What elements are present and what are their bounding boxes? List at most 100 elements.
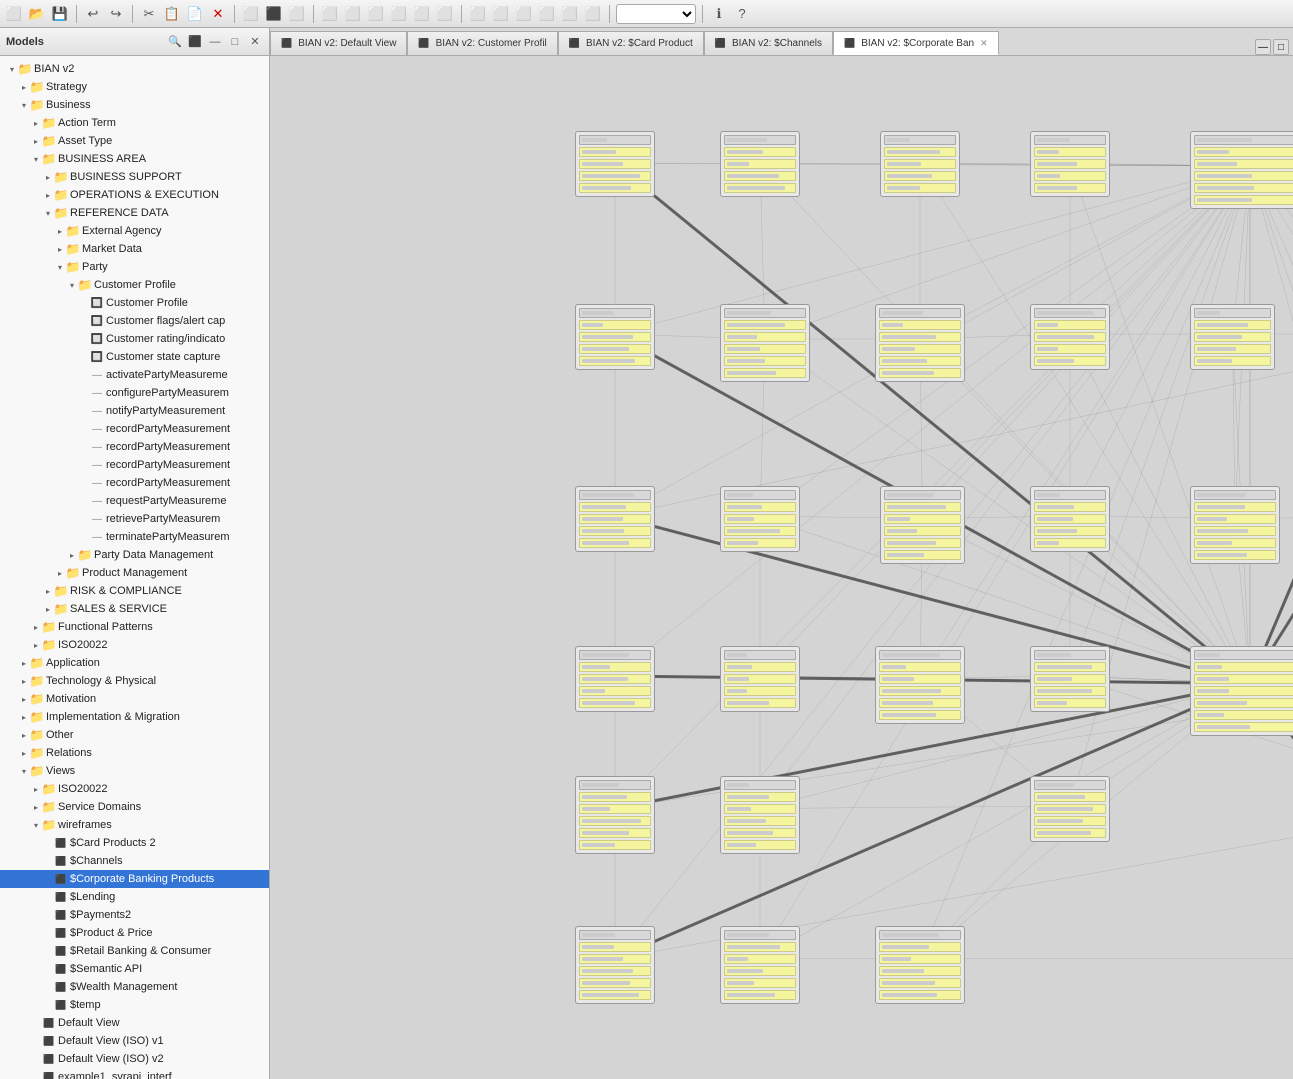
node-box-n28[interactable] <box>1030 776 1110 842</box>
toolbar-icon-a2[interactable]: ⬜ <box>343 4 363 24</box>
tree-arrow-0[interactable]: ▾ <box>6 63 18 75</box>
tree-arrow-10[interactable]: ▸ <box>54 243 66 255</box>
node-box-n24[interactable] <box>1190 646 1293 736</box>
tab-customer-profil[interactable]: ⬛ BIAN v2: Customer Profil <box>407 31 557 55</box>
tree-item-34[interactable]: ▸📁Technology & Physical <box>0 672 269 690</box>
tree-arrow-29[interactable]: ▸ <box>42 585 54 597</box>
toolbar-icon-b6[interactable]: ⬜ <box>583 4 603 24</box>
tree-arrow-41[interactable]: ▸ <box>30 801 42 813</box>
node-box-n30[interactable] <box>575 926 655 1004</box>
tree-arrow-30[interactable]: ▸ <box>42 603 54 615</box>
toolbar-icon-delete[interactable]: ✕ <box>208 4 228 24</box>
node-box-n17[interactable] <box>1030 486 1110 552</box>
tab-close-4[interactable]: ✕ <box>980 38 988 49</box>
toolbar-icon-a3[interactable]: ⬜ <box>366 4 386 24</box>
node-box-n32[interactable] <box>875 926 965 1004</box>
tree-item-41[interactable]: ▸📁Service Domains <box>0 798 269 816</box>
tree-item-39[interactable]: ▾📁Views <box>0 762 269 780</box>
tree-item-27[interactable]: ▸📁Party Data Management <box>0 546 269 564</box>
tree-item-11[interactable]: ▾📁Party <box>0 258 269 276</box>
tree-arrow-35[interactable]: ▸ <box>18 693 30 705</box>
tree-arrow-37[interactable]: ▸ <box>18 729 30 741</box>
tree-arrow-38[interactable]: ▸ <box>18 747 30 759</box>
toolbar-icon-save[interactable]: 💾 <box>50 4 70 24</box>
toolbar-icon-undo[interactable]: ↩ <box>83 4 103 24</box>
toolbar-icon-cut[interactable]: ✂ <box>139 4 159 24</box>
tree-item-29[interactable]: ▸📁RISK & COMPLIANCE <box>0 582 269 600</box>
tree-item-36[interactable]: ▸📁Implementation & Migration <box>0 708 269 726</box>
tree-arrow-40[interactable]: ▸ <box>30 783 42 795</box>
panel-expand-icon[interactable]: □ <box>227 34 243 50</box>
tree-item-53[interactable]: ⬛Default View <box>0 1014 269 1032</box>
node-box-n23[interactable] <box>1030 646 1110 712</box>
tree-item-15[interactable]: 🔲Customer rating/indicato <box>0 330 269 348</box>
tree-arrow-2[interactable]: ▾ <box>18 99 30 111</box>
tree-item-4[interactable]: ▸📁Asset Type <box>0 132 269 150</box>
tree-item-46[interactable]: ⬛$Lending <box>0 888 269 906</box>
tree-arrow-11[interactable]: ▾ <box>54 261 66 273</box>
tree-item-14[interactable]: 🔲Customer flags/alert cap <box>0 312 269 330</box>
tree-arrow-33[interactable]: ▸ <box>18 657 30 669</box>
tree-item-22[interactable]: —recordPartyMeasurement <box>0 456 269 474</box>
tree-item-54[interactable]: ⬛Default View (ISO) v1 <box>0 1032 269 1050</box>
tree-item-16[interactable]: 🔲Customer state capture <box>0 348 269 366</box>
tree-item-24[interactable]: —requestPartyMeasureme <box>0 492 269 510</box>
node-box-n11[interactable] <box>1190 304 1275 370</box>
toolbar-icon-a4[interactable]: ⬜ <box>389 4 409 24</box>
toolbar-icon-open[interactable]: 📂 <box>27 4 47 24</box>
toolbar-icon-a5[interactable]: ⬜ <box>412 4 432 24</box>
toolbar-icon-help[interactable]: ? <box>732 4 752 24</box>
toolbar-icon-b2[interactable]: ⬜ <box>491 4 511 24</box>
toolbar-icon-b1[interactable]: ⬜ <box>468 4 488 24</box>
tab-channels[interactable]: ⬛ BIAN v2: $Channels <box>704 31 833 55</box>
tree-item-13[interactable]: 🔲Customer Profile <box>0 294 269 312</box>
toolbar-icon-b3[interactable]: ⬜ <box>514 4 534 24</box>
node-box-n31[interactable] <box>720 926 800 1004</box>
panel-filter-icon[interactable]: ⬛ <box>187 34 203 50</box>
tree-item-10[interactable]: ▸📁Market Data <box>0 240 269 258</box>
tree-item-51[interactable]: ⬛$Wealth Management <box>0 978 269 996</box>
tree-arrow-5[interactable]: ▾ <box>30 153 42 165</box>
tree-arrow-42[interactable]: ▾ <box>30 819 42 831</box>
node-box-n27[interactable] <box>720 776 800 854</box>
tree-arrow-4[interactable]: ▸ <box>30 135 42 147</box>
tree-arrow-6[interactable]: ▸ <box>42 171 54 183</box>
node-box-n14[interactable] <box>575 486 655 552</box>
node-box-n4[interactable] <box>1030 131 1110 197</box>
toolbar-icon-paste[interactable]: 📄 <box>185 4 205 24</box>
toolbar-icon-grid2[interactable]: ⬛ <box>264 4 284 24</box>
tree-item-5[interactable]: ▾📁BUSINESS AREA <box>0 150 269 168</box>
tree-item-43[interactable]: ⬛$Card Products 2 <box>0 834 269 852</box>
node-box-n9[interactable] <box>875 304 965 382</box>
tree-item-0[interactable]: ▾📁BIAN v2 <box>0 60 269 78</box>
toolbar-dropdown[interactable] <box>616 4 696 24</box>
tree-item-47[interactable]: ⬛$Payments2 <box>0 906 269 924</box>
node-box-n3[interactable] <box>880 131 960 197</box>
tree-item-48[interactable]: ⬛$Product & Price <box>0 924 269 942</box>
node-box-n1[interactable] <box>575 131 655 197</box>
tree-item-40[interactable]: ▸📁ISO20022 <box>0 780 269 798</box>
tree-item-8[interactable]: ▾📁REFERENCE DATA <box>0 204 269 222</box>
tab-maximize-btn[interactable]: □ <box>1273 39 1289 55</box>
tree-arrow-32[interactable]: ▸ <box>30 639 42 651</box>
tree-arrow-39[interactable]: ▾ <box>18 765 30 777</box>
tree-item-9[interactable]: ▸📁External Agency <box>0 222 269 240</box>
tree-item-44[interactable]: ⬛$Channels <box>0 852 269 870</box>
tab-minimize-btn[interactable]: — <box>1255 39 1271 55</box>
tree-item-52[interactable]: ⬛$temp <box>0 996 269 1014</box>
node-box-n5[interactable] <box>1190 131 1293 209</box>
panel-search-icon[interactable]: 🔍 <box>167 34 183 50</box>
tree-item-28[interactable]: ▸📁Product Management <box>0 564 269 582</box>
tree-item-26[interactable]: —terminatePartyMeasurem <box>0 528 269 546</box>
tree-item-6[interactable]: ▸📁BUSINESS SUPPORT <box>0 168 269 186</box>
tree-item-55[interactable]: ⬛Default View (ISO) v2 <box>0 1050 269 1068</box>
tree-item-35[interactable]: ▸📁Motivation <box>0 690 269 708</box>
tree-item-56[interactable]: ⬛example1_svrapi_interf <box>0 1068 269 1079</box>
tree-item-30[interactable]: ▸📁SALES & SERVICE <box>0 600 269 618</box>
node-box-n10[interactable] <box>1030 304 1110 370</box>
node-box-n15[interactable] <box>720 486 800 552</box>
tree-item-33[interactable]: ▸📁Application <box>0 654 269 672</box>
tree-arrow-27[interactable]: ▸ <box>66 549 78 561</box>
toolbar-icon-b5[interactable]: ⬜ <box>560 4 580 24</box>
tree-item-23[interactable]: —recordPartyMeasurement <box>0 474 269 492</box>
